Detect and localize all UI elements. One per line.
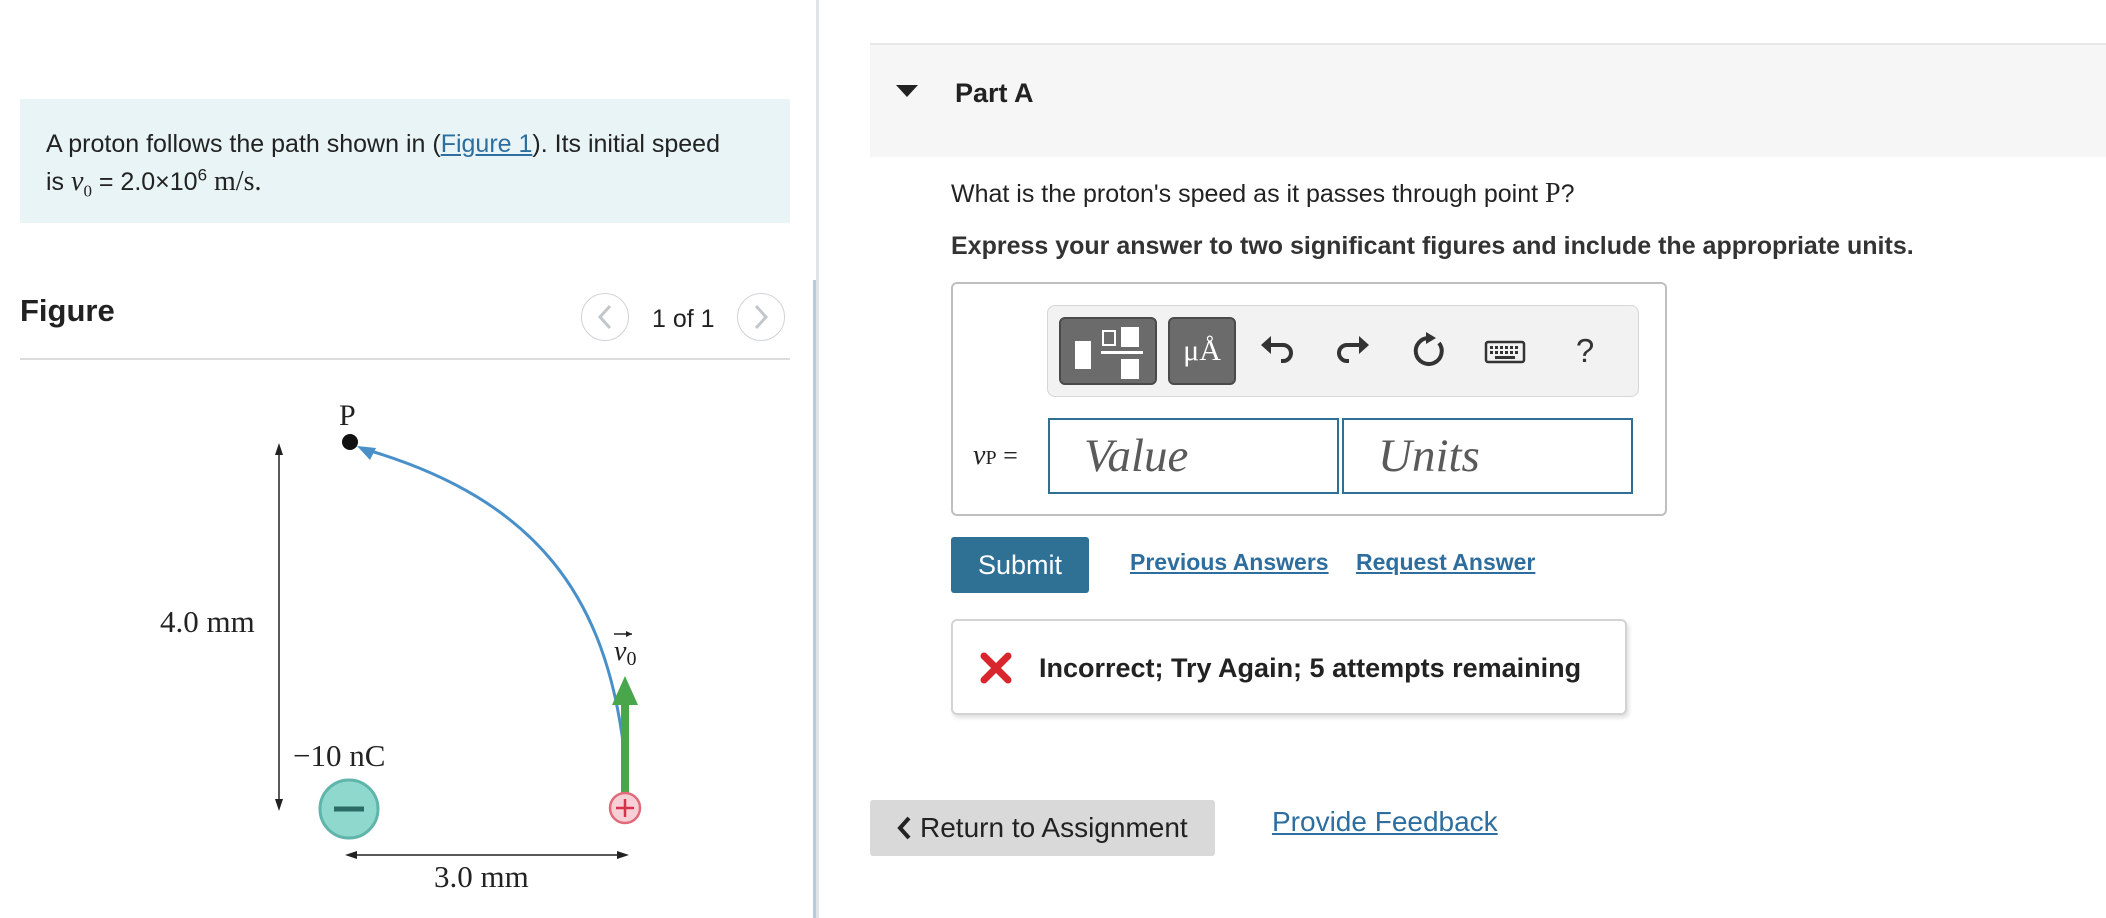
height-arrow-bottom [275,799,283,811]
pane-divider[interactable] [816,0,819,918]
previous-figure-button[interactable] [581,293,629,341]
part-a-header[interactable]: Part A [870,43,2106,157]
variable-label: vP = [973,440,1018,471]
math-toolbar: μÅ ? [1047,305,1639,397]
velocity-arrow-shaft [621,700,629,799]
request-answer-link[interactable]: Request Answer [1356,549,1535,576]
proton-path-figure: P v0 4.0 mm −10 nC 3.0 mm [160,399,642,894]
feedback-box: Incorrect; Try Again; 5 attempts remaini… [951,619,1627,715]
point-p-label: P [339,399,356,432]
answer-instruction: Express your answer to two significant f… [951,232,1914,260]
next-figure-button[interactable] [737,293,785,341]
speed-exponent: 6 [197,165,208,185]
units-button[interactable]: μÅ [1168,317,1236,385]
value-input[interactable]: Value [1048,418,1339,494]
width-arrow-right [617,851,629,859]
templates-button[interactable] [1059,317,1157,385]
figure-link[interactable]: Figure 1 [441,130,533,158]
provide-feedback-link[interactable]: Provide Feedback [1272,806,1498,838]
reset-icon[interactable] [1406,328,1452,374]
error-x-icon [980,652,1012,684]
figure-counter: 1 of 1 [652,305,715,333]
point-p-dot [342,434,358,450]
feedback-message: Incorrect; Try Again; 5 attempts remaini… [1039,653,1582,683]
velocity-arrowhead [612,676,638,705]
chevron-left-icon [897,816,911,840]
width-label: 3.0 mm [434,859,529,894]
chevron-right-icon [754,304,769,330]
problem-text-3: is [46,168,71,196]
charge-label: −10 nC [293,738,385,773]
scrollbar-track[interactable] [813,280,816,918]
units-input[interactable]: Units [1342,418,1633,494]
trajectory-path [363,447,626,751]
undo-icon[interactable] [1254,328,1300,374]
question-text: What is the proton's speed as it passes … [951,178,1575,209]
caret-down-icon[interactable] [896,85,918,97]
submit-button[interactable]: Submit [951,537,1089,593]
part-title: Part A [955,78,1034,108]
velocity-label: v0 [614,636,636,670]
problem-text-2: ). Its initial speed [532,130,720,158]
return-to-assignment-button[interactable]: Return to Assignment [870,800,1215,856]
figure-title: Figure [20,293,115,328]
return-label: Return to Assignment [920,812,1188,843]
keyboard-icon[interactable] [1482,328,1528,374]
previous-answers-link[interactable]: Previous Answers [1130,549,1329,576]
problem-text-1: A proton follows the path shown in ( [46,130,441,158]
speed-symbol: v0 [71,166,92,201]
speed-value: = 2.0×10 [91,168,198,196]
help-icon[interactable]: ? [1562,328,1608,374]
left-pane: A proton follows the path shown in (Figu… [0,0,812,918]
redo-icon[interactable] [1330,328,1376,374]
chevron-left-icon [597,304,612,330]
templates-icon [1075,327,1143,379]
height-label: 4.0 mm [160,604,255,639]
answer-box: μÅ ? vP = Value Units [951,282,1667,516]
trajectory-arrowhead [357,446,376,460]
height-arrow-top [275,443,283,455]
problem-statement: A proton follows the path shown in (Figu… [20,99,790,223]
width-arrow-left [345,851,357,859]
speed-unit: m/s. [214,166,262,197]
